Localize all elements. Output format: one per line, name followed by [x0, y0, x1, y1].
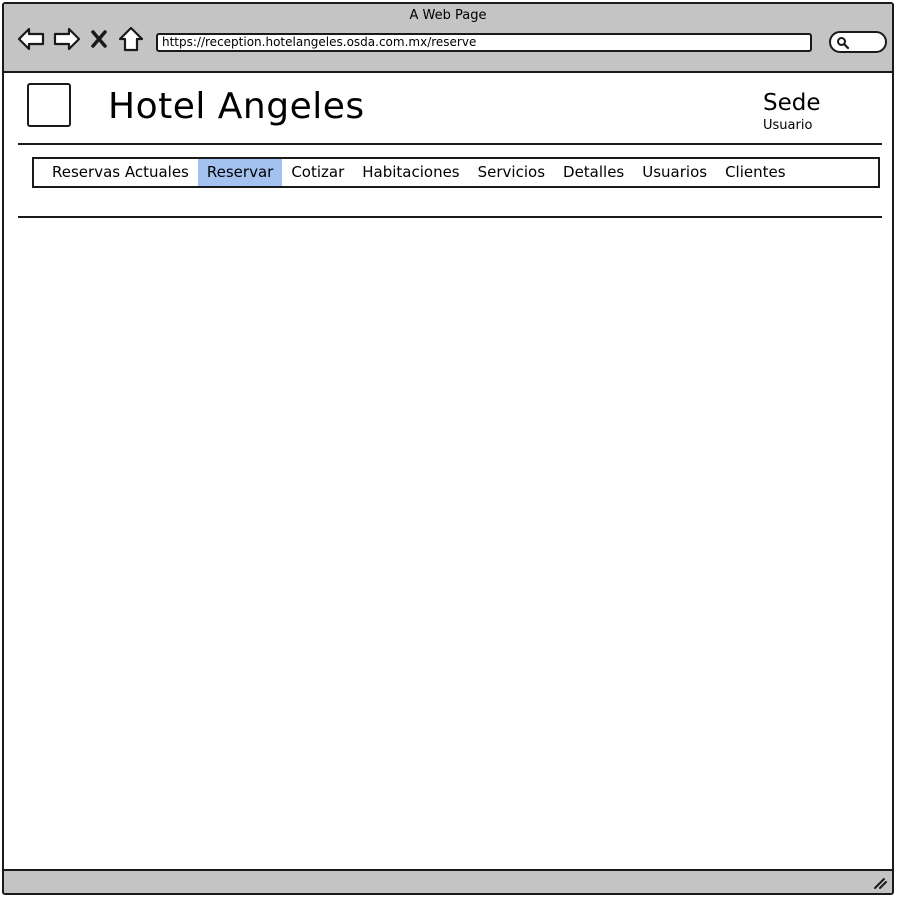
back-arrow-icon	[17, 27, 45, 51]
stop-button[interactable]	[88, 24, 110, 54]
content-divider	[18, 216, 882, 218]
tab-bar: Reservas Actuales Reservar Cotizar Habit…	[32, 157, 880, 188]
usuario-label: Usuario	[763, 118, 813, 133]
search-icon	[837, 37, 850, 50]
status-bar	[4, 869, 892, 893]
sede-label: Sede	[763, 90, 821, 116]
tab-usuarios[interactable]: Usuarios	[633, 159, 716, 186]
close-icon	[91, 30, 107, 48]
tab-habitaciones[interactable]: Habitaciones	[353, 159, 468, 186]
browser-window: A Web Page https://reception.hotelangele…	[2, 2, 894, 895]
home-button[interactable]	[116, 24, 146, 54]
window-title: A Web Page	[409, 8, 487, 23]
search-button[interactable]	[829, 31, 887, 53]
forward-button[interactable]	[52, 24, 82, 54]
forward-arrow-icon	[53, 27, 81, 51]
tab-reservas-actuales[interactable]: Reservas Actuales	[43, 159, 198, 186]
header-divider	[18, 143, 882, 145]
tab-clientes[interactable]: Clientes	[716, 159, 794, 186]
page-title: Hotel Angeles	[108, 86, 365, 127]
back-button[interactable]	[16, 24, 46, 54]
logo-placeholder	[27, 83, 71, 127]
tab-servicios[interactable]: Servicios	[469, 159, 554, 186]
home-icon	[118, 26, 144, 52]
browser-toolbar: A Web Page https://reception.hotelangele…	[4, 4, 892, 73]
tab-reservar[interactable]: Reservar	[197, 159, 283, 186]
tab-cotizar[interactable]: Cotizar	[282, 159, 353, 186]
resize-grip-icon[interactable]	[872, 876, 888, 890]
tab-detalles[interactable]: Detalles	[554, 159, 633, 186]
url-input[interactable]: https://reception.hotelangeles.osda.com.…	[156, 33, 812, 52]
